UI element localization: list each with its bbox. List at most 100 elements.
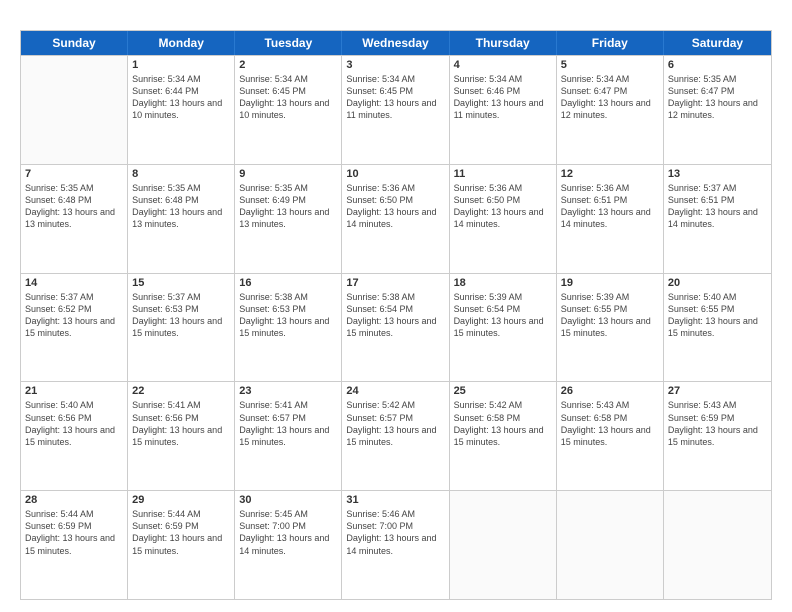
cell-day-number: 3 xyxy=(346,59,444,71)
calendar-cell: 20Sunrise: 5:40 AMSunset: 6:55 PMDayligh… xyxy=(664,274,771,382)
sunrise: Sunrise: 5:39 AM xyxy=(454,292,523,302)
cell-day-number: 4 xyxy=(454,59,552,71)
daylight: Daylight: 13 hours and 14 minutes. xyxy=(346,207,436,229)
daylight: Daylight: 13 hours and 14 minutes. xyxy=(454,207,544,229)
sunrise: Sunrise: 5:44 AM xyxy=(132,509,201,519)
calendar-row: 14 Sunrise: 5:37 AM Sunset: 6:52 PM Dayligh… xyxy=(21,273,771,382)
cell-day-number: 17 xyxy=(346,277,444,289)
daylight: Daylight: 13 hours and 15 minutes. xyxy=(132,533,222,555)
daylight: Daylight: 13 hours and 10 minutes. xyxy=(239,98,329,120)
sunset: Sunset: 6:52 PM xyxy=(25,304,92,314)
cell-info: Sunrise: 5:35 AMSunset: 6:47 PMDaylight:… xyxy=(668,73,767,122)
daylight: Daylight: 13 hours and 15 minutes. xyxy=(25,533,115,555)
sunset: Sunset: 6:45 PM xyxy=(346,86,413,96)
sunset: Sunset: 7:00 PM xyxy=(239,521,306,531)
calendar-cell xyxy=(450,491,557,599)
cell-info: Sunrise: 5:35 AMSunset: 6:49 PMDaylight:… xyxy=(239,182,337,231)
weekday-header: Sunday xyxy=(21,31,128,55)
cell-day-number: 19 xyxy=(561,277,659,289)
sunset: Sunset: 6:57 PM xyxy=(239,413,306,423)
cell-day-number: 26 xyxy=(561,385,659,397)
daylight: Daylight: 13 hours and 15 minutes. xyxy=(239,425,329,447)
sunset: Sunset: 6:54 PM xyxy=(346,304,413,314)
sunrise: Sunrise: 5:34 AM xyxy=(239,74,308,84)
cell-day-number: 2 xyxy=(239,59,337,71)
sunrise: Sunrise: 5:40 AM xyxy=(25,400,94,410)
daylight: Daylight: 13 hours and 15 minutes. xyxy=(132,425,222,447)
daylight: Daylight: 13 hours and 11 minutes. xyxy=(346,98,436,120)
sunset: Sunset: 6:56 PM xyxy=(25,413,92,423)
cell-info: Sunrise: 5:36 AMSunset: 6:50 PMDaylight:… xyxy=(346,182,444,231)
sunset: Sunset: 6:48 PM xyxy=(25,195,92,205)
daylight: Daylight: 13 hours and 15 minutes. xyxy=(561,425,651,447)
calendar-cell: 28Sunrise: 5:44 AMSunset: 6:59 PMDayligh… xyxy=(21,491,128,599)
cell-info: Sunrise: 5:34 AMSunset: 6:47 PMDaylight:… xyxy=(561,73,659,122)
cell-info: Sunrise: 5:34 AMSunset: 6:45 PMDaylight:… xyxy=(239,73,337,122)
cell-day-number: 7 xyxy=(25,168,123,180)
sunset: Sunset: 6:44 PM xyxy=(132,86,199,96)
cell-info: Sunrise: 5:43 AMSunset: 6:59 PMDaylight:… xyxy=(668,399,767,448)
sunrise: Sunrise: 5:45 AM xyxy=(239,509,308,519)
calendar-cell: 21Sunrise: 5:40 AMSunset: 6:56 PMDayligh… xyxy=(21,382,128,490)
cell-day-number: 22 xyxy=(132,385,230,397)
cell-day-number: 1 xyxy=(132,59,230,71)
daylight: Daylight: 13 hours and 14 minutes. xyxy=(561,207,651,229)
sunrise: Sunrise: 5:37 AM xyxy=(25,292,94,302)
cell-day-number: 6 xyxy=(668,59,767,71)
sunset: Sunset: 6:55 PM xyxy=(668,304,735,314)
daylight: Daylight: 13 hours and 13 minutes. xyxy=(239,207,329,229)
calendar-cell: 2 Sunrise: 5:34 AMSunset: 6:45 PMDaylight… xyxy=(235,56,342,164)
sunrise: Sunrise: 5:37 AM xyxy=(668,183,737,193)
weekday-header: Wednesday xyxy=(342,31,449,55)
cell-info: Sunrise: 5:43 AMSunset: 6:58 PMDaylight:… xyxy=(561,399,659,448)
calendar-cell: 6 Sunrise: 5:35 AMSunset: 6:47 PMDaylight… xyxy=(664,56,771,164)
page: General Blue SundayMondayTuesdayWednesda… xyxy=(0,0,792,612)
sunset: Sunset: 6:54 PM xyxy=(454,304,521,314)
cell-info: Sunrise: 5:38 AMSunset: 6:53 PMDaylight:… xyxy=(239,291,337,340)
calendar-cell: 4Sunrise: 5:34 AMSunset: 6:46 PMDaylight… xyxy=(450,56,557,164)
cell-day-number: 24 xyxy=(346,385,444,397)
daylight: Daylight: 13 hours and 15 minutes. xyxy=(25,316,115,338)
cell-info: Sunrise: 5:41 AMSunset: 6:56 PMDaylight:… xyxy=(132,399,230,448)
calendar-cell: 19Sunrise: 5:39 AMSunset: 6:55 PMDayligh… xyxy=(557,274,664,382)
cell-info: Sunrise: 5:38 AMSunset: 6:54 PMDaylight:… xyxy=(346,291,444,340)
calendar-cell: 5Sunrise: 5:34 AMSunset: 6:47 PMDaylight… xyxy=(557,56,664,164)
cell-day-number: 21 xyxy=(25,385,123,397)
sunrise: Sunrise: 5:34 AM xyxy=(454,74,523,84)
cell-info: Sunrise: 5:37 AM Sunset: 6:52 PM Daylight:… xyxy=(25,291,123,340)
sunrise: Sunrise: 5:35 AM xyxy=(239,183,308,193)
cell-day-number: 14 xyxy=(25,277,123,289)
calendar-row: 28Sunrise: 5:44 AMSunset: 6:59 PMDayligh… xyxy=(21,490,771,599)
daylight: Daylight: 13 hours and 11 minutes. xyxy=(454,98,544,120)
cell-day-number: 12 xyxy=(561,168,659,180)
cell-info: Sunrise: 5:42 AMSunset: 6:58 PMDaylight:… xyxy=(454,399,552,448)
sunrise: Sunrise: 5:44 AM xyxy=(25,509,94,519)
daylight: Daylight: 13 hours and 12 minutes. xyxy=(561,98,651,120)
daylight: Daylight: 13 hours and 15 minutes. xyxy=(239,316,329,338)
cell-info: Sunrise: 5:44 AMSunset: 6:59 PMDaylight:… xyxy=(25,508,123,557)
calendar-cell: 9Sunrise: 5:35 AMSunset: 6:49 PMDaylight… xyxy=(235,165,342,273)
cell-day-number: 13 xyxy=(668,168,767,180)
sunrise: Sunrise: 5:40 AM xyxy=(668,292,737,302)
weekday-header: Thursday xyxy=(450,31,557,55)
sunrise: Sunrise: 5:41 AM xyxy=(132,400,201,410)
sunset: Sunset: 6:51 PM xyxy=(668,195,735,205)
daylight: Daylight: 13 hours and 15 minutes. xyxy=(346,425,436,447)
sunrise: Sunrise: 5:35 AM xyxy=(25,183,94,193)
cell-day-number: 18 xyxy=(454,277,552,289)
calendar-cell: 1Sunrise: 5:34 AMSunset: 6:44 PMDaylight… xyxy=(128,56,235,164)
sunrise: Sunrise: 5:42 AM xyxy=(454,400,523,410)
calendar-cell: 8Sunrise: 5:35 AMSunset: 6:48 PMDaylight… xyxy=(128,165,235,273)
calendar-header: SundayMondayTuesdayWednesdayThursdayFrid… xyxy=(21,31,771,55)
sunrise: Sunrise: 5:36 AM xyxy=(346,183,415,193)
sunrise: Sunrise: 5:39 AM xyxy=(561,292,630,302)
calendar-cell xyxy=(21,56,128,164)
daylight: Daylight: 13 hours and 14 minutes. xyxy=(239,533,329,555)
sunset: Sunset: 6:57 PM xyxy=(346,413,413,423)
sunrise: Sunrise: 5:46 AM xyxy=(346,509,415,519)
cell-info: Sunrise: 5:45 AM Sunset: 7:00 PM Daylight:… xyxy=(239,508,337,557)
sunrise: Sunrise: 5:43 AM xyxy=(668,400,737,410)
sunrise: Sunrise: 5:34 AM xyxy=(561,74,630,84)
calendar-cell: 14 Sunrise: 5:37 AM Sunset: 6:52 PM Dayligh… xyxy=(21,274,128,382)
calendar-cell: 3Sunrise: 5:34 AMSunset: 6:45 PMDaylight… xyxy=(342,56,449,164)
